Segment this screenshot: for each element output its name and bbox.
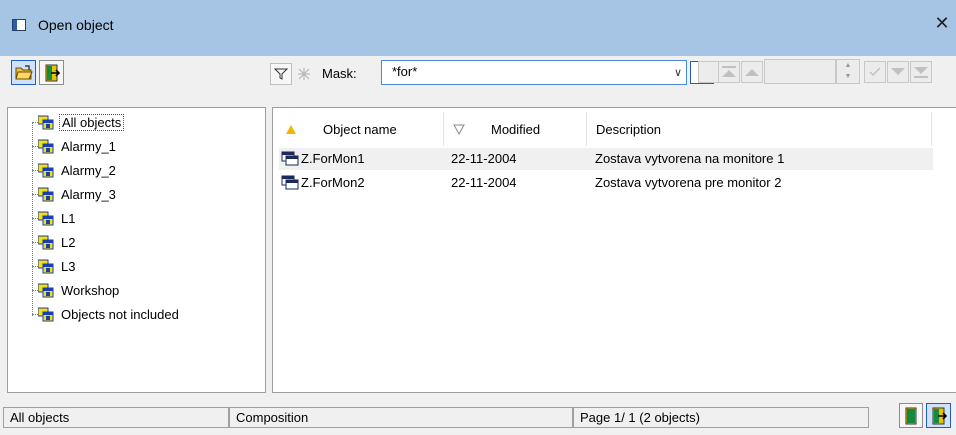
tree-item-label: All objects <box>59 113 125 131</box>
door-button[interactable] <box>899 403 923 428</box>
clear-filter-button[interactable] <box>293 63 315 85</box>
column-header-description[interactable]: Description <box>596 118 661 140</box>
tree-item-label: L2 <box>61 234 76 250</box>
object-list[interactable]: Object name Modified Description Z.ForMo… <box>272 107 956 393</box>
tree-item[interactable]: Alarmy_2 <box>32 160 118 180</box>
object-group-icon <box>38 307 54 322</box>
next-icon <box>891 68 905 75</box>
next-button[interactable] <box>887 61 909 83</box>
modified-date: 22-11-2004 <box>451 175 517 190</box>
column-header-object-name[interactable]: Object name <box>285 118 397 140</box>
composition-icon <box>281 151 299 166</box>
exit-icon <box>932 407 947 424</box>
toolbar: Mask: *for* ∨ ✓ ▲▼ <box>0 56 956 94</box>
tree-item[interactable]: All objects <box>32 112 125 132</box>
filter-button[interactable] <box>270 63 292 85</box>
table-row[interactable]: Z.ForMon1 22-11-2004 Zostava vytvorena n… <box>279 148 933 170</box>
window-icon <box>12 19 26 31</box>
table-row[interactable]: Z.ForMon2 22-11-2004 Zostava vytvorena p… <box>279 172 933 194</box>
tree-item[interactable]: Objects not included <box>32 304 181 324</box>
status-bar: All objects Composition Page 1/ 1 (2 obj… <box>0 400 956 435</box>
column-header-modified[interactable]: Modified <box>453 118 540 140</box>
column-label: Object name <box>323 121 397 137</box>
tree-item-label: L3 <box>61 258 76 274</box>
exit-status-button[interactable] <box>926 403 951 428</box>
exit-icon <box>45 64 60 81</box>
apply-button[interactable] <box>864 61 886 83</box>
status-page-info: Page 1/ 1 (2 objects) <box>573 407 869 428</box>
check-icon <box>869 67 881 76</box>
mask-input[interactable]: *for* ∨ <box>381 60 687 85</box>
filter-icon <box>274 68 288 80</box>
door-icon <box>905 407 917 424</box>
mask-value: *for* <box>392 64 418 79</box>
tree-item-label: Objects not included <box>61 306 179 322</box>
description: Zostava vytvorena na monitore 1 <box>595 151 785 166</box>
record-number-field[interactable] <box>764 59 836 84</box>
composition-icon <box>281 175 299 190</box>
tree-item[interactable]: Workshop <box>32 280 121 300</box>
title-bar: Open object ✕ <box>0 0 956 56</box>
column-label: Modified <box>491 121 541 137</box>
tree-item-label: Alarmy_1 <box>61 138 116 154</box>
exit-button[interactable] <box>39 60 64 85</box>
tree-item-label: L1 <box>61 210 76 226</box>
object-group-icon <box>38 283 54 298</box>
object-group-icon <box>38 139 54 154</box>
chevron-down-icon[interactable]: ∨ <box>674 66 682 79</box>
tree-item[interactable]: L3 <box>32 256 77 276</box>
tree-item[interactable]: Alarmy_3 <box>32 184 118 204</box>
status-object-type: Composition <box>229 407 573 428</box>
group-tree[interactable]: All objects Alarmy_1 Alarmy_2 Alarmy_3 L1 L2 L… <box>7 107 266 393</box>
status-scope: All objects <box>3 407 229 428</box>
mask-label: Mask: <box>322 66 357 81</box>
prev-button[interactable] <box>741 61 763 83</box>
tree-item-label: Alarmy_3 <box>61 186 116 202</box>
record-spinner[interactable]: ▲ ▼ <box>836 59 860 84</box>
last-icon <box>914 67 928 78</box>
object-group-icon <box>38 163 54 178</box>
tree-connector <box>32 122 33 316</box>
sort-descending-icon <box>453 124 465 135</box>
object-group-icon <box>38 187 54 202</box>
window-title: Open object <box>38 17 114 33</box>
close-button[interactable]: ✕ <box>932 13 952 33</box>
last-button[interactable] <box>910 61 932 83</box>
tree-item[interactable]: L1 <box>32 208 77 228</box>
tree-item-label: Alarmy_2 <box>61 162 116 178</box>
object-group-icon <box>38 259 54 274</box>
first-icon <box>722 66 736 77</box>
folder-open-icon <box>14 64 33 79</box>
object-group-icon <box>38 115 54 130</box>
clear-filter-icon <box>298 68 310 80</box>
description: Zostava vytvorena pre monitor 2 <box>595 175 782 190</box>
tree-item[interactable]: L2 <box>32 232 77 252</box>
object-name: Z.ForMon2 <box>301 175 365 190</box>
tree-item[interactable]: Alarmy_1 <box>32 136 118 156</box>
first-button[interactable] <box>718 61 740 83</box>
sort-ascending-icon <box>286 124 296 134</box>
tree-item-label: Workshop <box>61 282 120 298</box>
object-name: Z.ForMon1 <box>301 151 365 166</box>
object-group-icon <box>38 235 54 250</box>
object-group-icon <box>38 211 54 226</box>
prev-icon <box>745 69 759 76</box>
open-folder-button[interactable] <box>11 60 36 85</box>
modified-date: 22-11-2004 <box>451 151 517 166</box>
column-label: Description <box>596 121 662 137</box>
